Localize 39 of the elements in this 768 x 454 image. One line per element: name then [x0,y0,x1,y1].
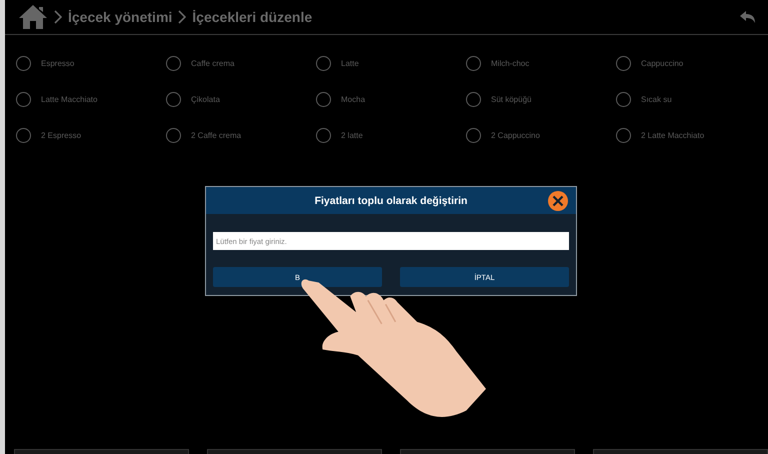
drink-label: 2 Caffe crema [191,130,242,140]
radio-button[interactable] [466,128,481,142]
radio-button[interactable] [616,128,631,142]
drink-label: Cappuccino [641,58,684,68]
drink-label: 2 latte [341,130,363,140]
radio-button[interactable] [466,92,481,106]
drink-label: Espresso [41,58,74,68]
radio-button[interactable] [166,92,181,106]
drink-label: Sıcak su [641,94,672,104]
drink-label: Latte [341,58,359,68]
close-button[interactable] [548,191,568,211]
radio-button[interactable] [16,92,31,106]
radio-button[interactable] [316,92,331,106]
close-icon [552,195,564,207]
chevron-icon [178,10,186,24]
home-icon[interactable] [18,4,48,30]
back-arrow-icon[interactable] [740,10,756,24]
radio-button[interactable] [316,56,331,70]
radio-button[interactable] [166,128,181,142]
breadcrumb-item[interactable]: İçecekleri düzenle [192,9,312,25]
drink-label: 2 Cappuccino [491,130,540,140]
drink-label: Caffe crema [191,58,234,68]
drink-label: 2 Espresso [41,130,82,140]
dialog-title: Fiyatları toplu olarak değiştirin [314,194,468,206]
drink-label: 2 Latte Macchiato [641,130,704,140]
radio-button[interactable] [316,128,331,142]
drink-label: Mocha [341,94,366,104]
radio-button[interactable] [16,128,31,142]
chevron-icon [54,10,62,24]
breadcrumb-item[interactable]: İçecek yönetimi [68,9,172,25]
drink-label: Milch-choc [491,58,530,68]
radio-button[interactable] [466,56,481,70]
drink-label: Süt köpüğü [491,94,532,104]
drink-label: Çikolata [191,94,220,104]
radio-button[interactable] [616,56,631,70]
radio-button[interactable] [616,92,631,106]
radio-button[interactable] [166,56,181,70]
radio-button[interactable] [16,56,31,70]
drink-label: Latte Macchiato [41,94,98,104]
